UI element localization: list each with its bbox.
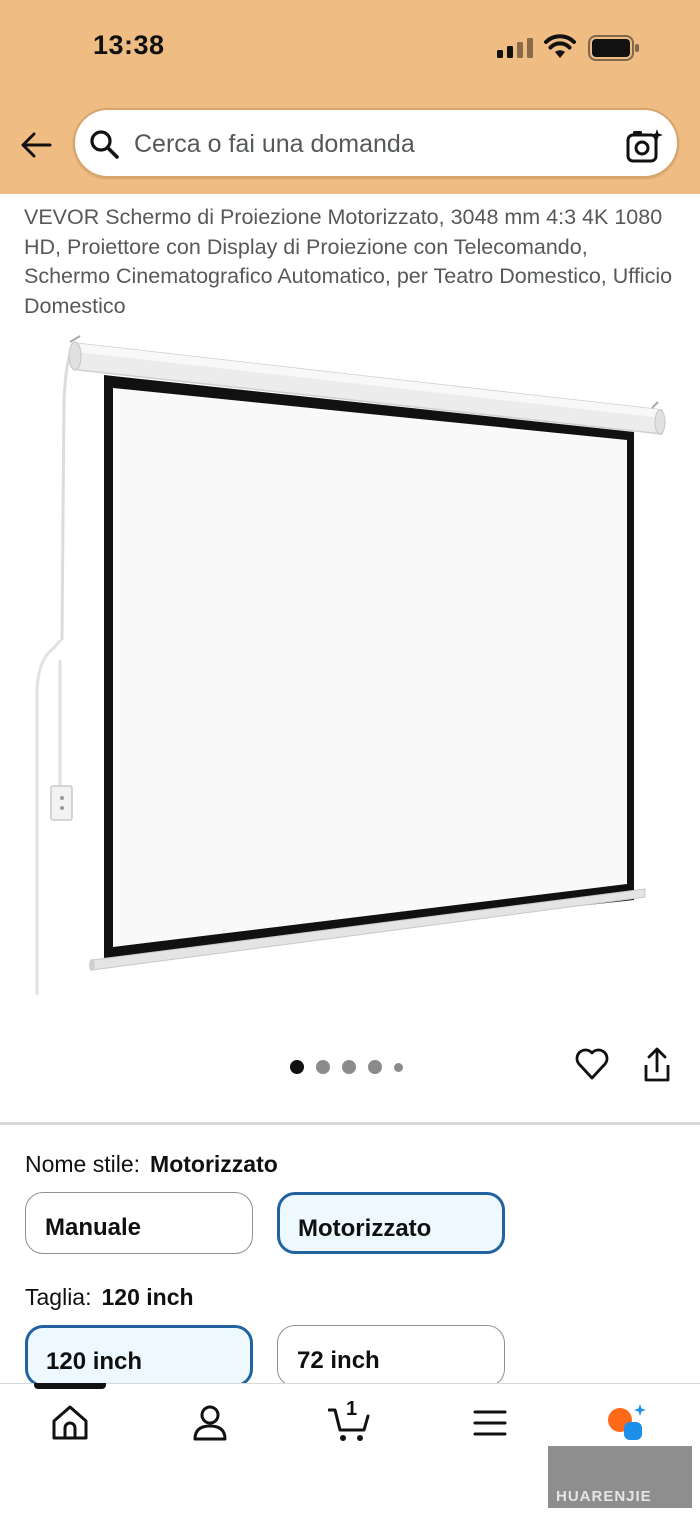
status-time: 13:38 (93, 30, 165, 60)
carousel-dot[interactable] (290, 1060, 304, 1074)
chip-label: Manuale (45, 1214, 142, 1241)
section-divider (0, 1122, 700, 1125)
chip-label: 72 inch (297, 1347, 380, 1374)
chip-label: Motorizzato (298, 1215, 432, 1242)
size-chip-72-inch[interactable]: 72 inch (277, 1325, 505, 1387)
battery-icon (588, 35, 639, 61)
size-option-label: Taglia: 120 inch (25, 1284, 194, 1311)
search-icon (90, 130, 119, 159)
active-tab-indicator (34, 1383, 106, 1389)
product-title[interactable]: VEVOR Schermo di Proiezione Motorizzato,… (24, 203, 674, 321)
size-label-text: Taglia: (25, 1284, 92, 1310)
style-label-text: Nome stile: (25, 1151, 141, 1177)
share-icon[interactable] (638, 1045, 676, 1085)
carousel-dot[interactable] (342, 1060, 356, 1074)
size-selected-value: 120 inch (101, 1284, 194, 1310)
account-icon[interactable] (189, 1402, 231, 1444)
menu-icon[interactable] (469, 1402, 511, 1444)
cart-count-badge: 1 (346, 1398, 358, 1420)
carousel-dot[interactable] (394, 1062, 403, 1072)
heart-icon[interactable] (573, 1045, 611, 1083)
style-selected-value: Motorizzato (150, 1151, 278, 1177)
camera-lens-icon[interactable] (624, 126, 664, 166)
rufus-assistant-icon[interactable] (606, 1402, 648, 1444)
product-image[interactable] (0, 325, 700, 1015)
style-chip-manuale[interactable]: Manuale (25, 1192, 253, 1254)
image-carousel-dots[interactable] (290, 1059, 403, 1075)
style-chip-motorizzato[interactable]: Motorizzato (277, 1192, 505, 1254)
cell-signal-icon (497, 38, 533, 58)
home-icon[interactable] (49, 1402, 91, 1444)
carousel-dot[interactable] (368, 1060, 382, 1074)
search-input[interactable]: Cerca o fai una domanda (134, 130, 415, 159)
back-arrow-icon[interactable] (18, 126, 56, 164)
size-chip-120-inch[interactable]: 120 inch (25, 1325, 253, 1387)
chip-label: 120 inch (46, 1348, 143, 1375)
watermark-text: HUARENJIE (556, 1488, 652, 1505)
style-option-label: Nome stile: Motorizzato (25, 1151, 278, 1178)
carousel-dot[interactable] (316, 1060, 330, 1074)
wifi-icon (544, 34, 576, 58)
